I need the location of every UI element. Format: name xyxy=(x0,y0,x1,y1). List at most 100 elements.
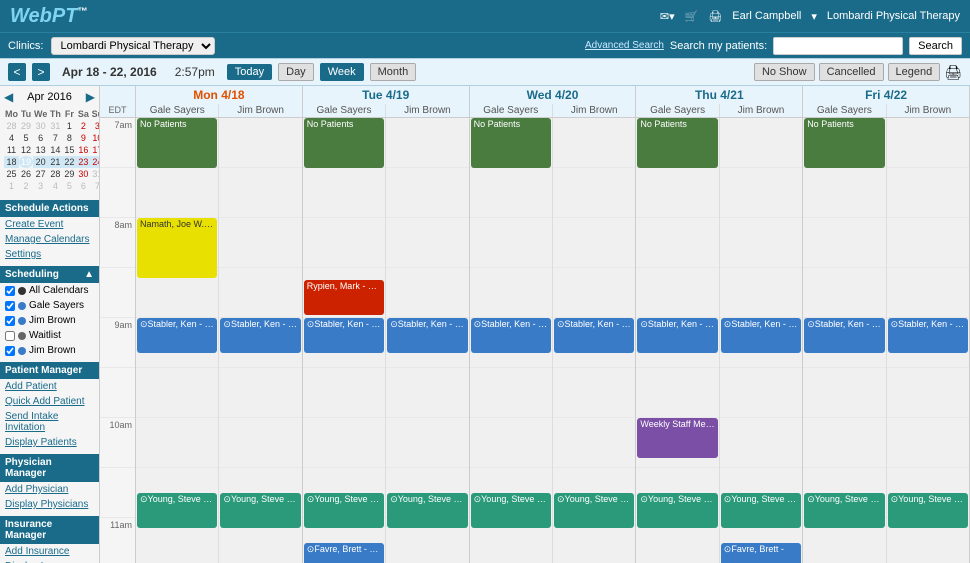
clinic-select[interactable]: Lombardi Physical Therapy xyxy=(51,37,215,55)
calendar-event[interactable]: No Patients xyxy=(137,118,217,168)
sidebar-link[interactable]: Display Insurance xyxy=(0,559,99,563)
mini-cal-day[interactable]: 28 xyxy=(4,120,19,132)
mini-cal-day[interactable]: 1 xyxy=(62,120,76,132)
mini-cal-day[interactable]: 3 xyxy=(33,180,48,192)
printer-icon[interactable]: 🖨 xyxy=(708,10,722,23)
calendar-checkbox[interactable] xyxy=(5,286,15,296)
sidebar-link[interactable]: Add Insurance xyxy=(0,544,99,559)
mini-cal-day[interactable]: 9 xyxy=(76,132,90,144)
mini-cal-day[interactable]: 2 xyxy=(76,120,90,132)
calendar-event[interactable]: ⊙Stabler, Ken - 12 xyxy=(554,318,634,353)
search-input[interactable] xyxy=(773,37,903,55)
calendar-event[interactable]: No Patients xyxy=(804,118,884,168)
sidebar-link[interactable]: Display Physicians xyxy=(0,497,99,512)
mini-cal-day[interactable]: 4 xyxy=(4,132,19,144)
calendar-event[interactable]: ⊙Stabler, Ken - 12 xyxy=(804,318,884,353)
calendar-event[interactable]: ⊙Stabler, Ken - 12/2 xyxy=(387,318,467,353)
calendar-event[interactable]: ⊙Young, Steve - 02 xyxy=(304,493,384,528)
cancelled-button[interactable]: Cancelled xyxy=(819,63,884,81)
mini-cal-day[interactable]: 6 xyxy=(33,132,48,144)
mini-cal-day[interactable]: 20 xyxy=(33,156,48,168)
mini-cal-day[interactable]: 16 xyxy=(76,144,90,156)
mini-cal-day[interactable]: 17 xyxy=(90,144,100,156)
mini-cal-day[interactable]: 18 xyxy=(4,156,19,168)
calendar-checkbox[interactable] xyxy=(5,346,15,356)
mini-cal-day[interactable]: 5 xyxy=(19,132,33,144)
mini-cal-day[interactable]: 2 xyxy=(19,180,33,192)
calendar-event[interactable]: ⊙Favre, Brett - xyxy=(721,543,801,563)
calendar-checkbox[interactable] xyxy=(5,331,15,341)
mini-cal-day[interactable]: 24 xyxy=(90,156,100,168)
no-show-button[interactable]: No Show xyxy=(754,63,815,81)
mini-cal-day[interactable]: 15 xyxy=(62,144,76,156)
calendar-event[interactable]: No Patients xyxy=(637,118,717,168)
calendar-event[interactable]: ⊙Stabler, Ken - 12/2 xyxy=(220,318,300,353)
email-icon[interactable]: ✉▾ xyxy=(660,10,675,23)
mini-cal-day[interactable]: 25 xyxy=(4,168,19,180)
sidebar-link[interactable]: Add Patient xyxy=(0,379,99,394)
legend-button[interactable]: Legend xyxy=(888,63,941,81)
mini-cal-prev[interactable]: ◀ xyxy=(4,90,13,104)
calendar-event[interactable]: ⊙Stabler, Ken - 12 xyxy=(471,318,551,353)
mini-cal-day[interactable]: 26 xyxy=(19,168,33,180)
calendar-event[interactable]: ⊙Young, Steve - 02 xyxy=(137,493,217,528)
calendar-event[interactable]: No Patients xyxy=(304,118,384,168)
calendar-event[interactable]: ⊙Young, Steve - 02 xyxy=(804,493,884,528)
calendar-event[interactable]: ⊙Stabler, Ken - 12/2 xyxy=(137,318,217,353)
calendar-event[interactable]: Weekly Staff Meetin xyxy=(637,418,717,458)
mini-cal-day[interactable]: 6 xyxy=(76,180,90,192)
mini-cal-day[interactable]: 11 xyxy=(4,144,19,156)
scheduling-toggle[interactable]: ▲ xyxy=(84,269,94,280)
calendar-event[interactable]: ⊙Stabler, Ken - 12/2 xyxy=(304,318,384,353)
calendar-event[interactable]: Rypien, Mark - 10/12 xyxy=(304,280,384,315)
sidebar-link[interactable]: Create Event xyxy=(0,217,99,232)
mini-cal-day[interactable]: 29 xyxy=(19,120,33,132)
calendar-event[interactable]: ⊙Young, Steve - 02 xyxy=(888,493,968,528)
sidebar-link[interactable]: Add Physician xyxy=(0,482,99,497)
mini-cal-day[interactable]: 13 xyxy=(33,144,48,156)
prev-week-button[interactable]: < xyxy=(8,63,26,81)
mini-cal-day[interactable]: 27 xyxy=(33,168,48,180)
mini-cal-day[interactable]: 28 xyxy=(48,168,62,180)
mini-cal-day[interactable]: 31 xyxy=(90,168,100,180)
calendar-event[interactable]: ⊙Young, Steve - 02 xyxy=(554,493,634,528)
day-view-button[interactable]: Day xyxy=(278,63,314,81)
mini-cal-day[interactable]: 8 xyxy=(62,132,76,144)
calendar-event[interactable]: Namath, Joe W. - 0 xyxy=(137,218,217,278)
mini-cal-day[interactable]: 4 xyxy=(48,180,62,192)
mini-cal-day[interactable]: 7 xyxy=(90,180,100,192)
calendar-event[interactable]: ⊙Young, Steve - 02 xyxy=(637,493,717,528)
mini-cal-day[interactable]: 12 xyxy=(19,144,33,156)
mini-cal-day[interactable]: 21 xyxy=(48,156,62,168)
calendar-event[interactable]: No Patients xyxy=(471,118,551,168)
sidebar-link[interactable]: Quick Add Patient xyxy=(0,394,99,409)
mini-cal-day[interactable]: 3 xyxy=(90,120,100,132)
calendar-event[interactable]: ⊙Young, Steve - 02 xyxy=(387,493,467,528)
sidebar-link[interactable]: Manage Calendars xyxy=(0,232,99,247)
print-icon[interactable]: 🖨 xyxy=(944,64,962,81)
calendar-event[interactable]: ⊙Young, Steve - 02 xyxy=(721,493,801,528)
mini-cal-day[interactable]: 7 xyxy=(48,132,62,144)
user-name[interactable]: Earl Campbell xyxy=(732,10,801,22)
mini-cal-day[interactable]: 30 xyxy=(33,120,48,132)
cart-icon[interactable]: 🛒 xyxy=(685,10,699,23)
advanced-search-link[interactable]: Advanced Search xyxy=(585,40,664,51)
mini-cal-day[interactable]: 29 xyxy=(62,168,76,180)
mini-cal-day[interactable]: 14 xyxy=(48,144,62,156)
mini-cal-next[interactable]: ▶ xyxy=(86,90,95,104)
mini-cal-day[interactable]: 5 xyxy=(62,180,76,192)
sidebar-link[interactable]: Send Intake Invitation xyxy=(0,409,99,435)
calendar-event[interactable]: ⊙Young, Steve - 02 xyxy=(471,493,551,528)
mini-cal-day[interactable]: 30 xyxy=(76,168,90,180)
calendar-event[interactable]: ⊙Favre, Brett - 10/ xyxy=(304,543,384,563)
clinic-name[interactable]: Lombardi Physical Therapy xyxy=(827,10,960,22)
mini-cal-day[interactable]: 1 xyxy=(4,180,19,192)
search-button[interactable]: Search xyxy=(909,37,962,55)
mini-cal-day[interactable]: 10 xyxy=(90,132,100,144)
mini-cal-day[interactable]: 31 xyxy=(48,120,62,132)
week-view-button[interactable]: Week xyxy=(320,63,364,81)
calendar-checkbox[interactable] xyxy=(5,316,15,326)
next-week-button[interactable]: > xyxy=(32,63,50,81)
mini-cal-day[interactable]: 23 xyxy=(76,156,90,168)
calendar-event[interactable]: ⊙Stabler, Ken - 12 xyxy=(637,318,717,353)
